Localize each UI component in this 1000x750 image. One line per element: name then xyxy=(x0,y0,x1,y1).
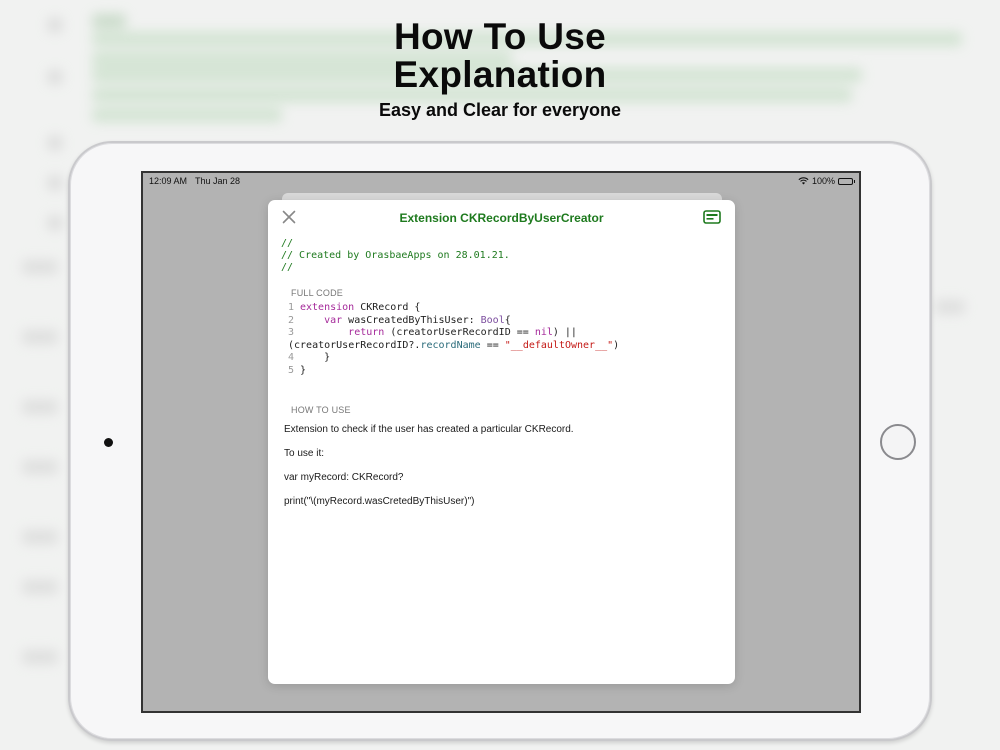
home-button[interactable] xyxy=(880,424,916,460)
how-to-use-text: Extension to check if the user has creat… xyxy=(268,424,735,508)
comment-line: // Created by OrasbaeApps on 28.01.21. xyxy=(281,250,510,261)
code-type: Bool xyxy=(480,314,505,326)
code-text: wasCreatedByThisUser: xyxy=(342,314,481,326)
how-to-use-line: Extension to check if the user has creat… xyxy=(284,424,574,435)
camera-dot xyxy=(104,438,113,447)
headline-line-1: How To Use xyxy=(394,16,606,57)
modal-title: Extension CKRecordByUserCreator xyxy=(399,211,604,225)
modal-header: Extension CKRecordByUserCreator xyxy=(268,200,735,236)
code-comment: //// Created by OrasbaeApps on 28.01.21.… xyxy=(268,238,735,274)
code-text: ) xyxy=(613,339,620,351)
close-icon[interactable] xyxy=(282,210,296,224)
code-text: (creatorUserRecordID?. xyxy=(288,339,421,351)
code-line: 5} xyxy=(288,365,735,378)
code-text: (creatorUserRecordID == xyxy=(384,327,535,338)
code-text: } xyxy=(300,364,307,376)
ipad-screen: 12:09 AM Thu Jan 28 100% Extension CKRec… xyxy=(141,171,861,713)
wifi-icon xyxy=(798,177,809,185)
line-number: 3 xyxy=(288,327,295,338)
how-to-use-line: print("\(myRecord.wasCretedByThisUser)") xyxy=(284,496,475,507)
line-number: 2 xyxy=(288,314,295,326)
status-time: 12:09 AM xyxy=(149,176,188,186)
line-number: 1 xyxy=(288,302,295,313)
code-line: 4 } xyxy=(288,352,735,365)
how-to-use-line: To use it: xyxy=(284,448,325,459)
code-line: (creatorUserRecordID?. recordName == "__d… xyxy=(288,340,735,353)
code-text: ) || xyxy=(552,327,577,338)
status-date: Thu Jan 28 xyxy=(195,176,241,186)
line-number: 5 xyxy=(288,364,295,376)
code-keyword: return xyxy=(348,327,385,338)
promo-subtitle: Easy and Clear for everyone xyxy=(378,100,622,120)
code-text: { xyxy=(504,314,511,326)
code-string: "__defaultOwner__" xyxy=(504,339,614,351)
code-line: 3 return (creatorUserRecordID == nil) || xyxy=(288,327,735,340)
promo-headline: How To Use Explanation Easy and Clear fo… xyxy=(0,18,1000,121)
how-to-use-line: var myRecord: CKRecord? xyxy=(284,472,404,483)
code-keyword: nil xyxy=(534,327,553,338)
code-keyword: var xyxy=(324,314,343,326)
ipad-frame: 12:09 AM Thu Jan 28 100% Extension CKRec… xyxy=(68,141,932,741)
battery-icon xyxy=(838,177,855,185)
how-to-use-label: HOW TO USE xyxy=(291,405,351,415)
card-icon[interactable] xyxy=(703,210,721,224)
line-number: 4 xyxy=(288,352,295,363)
code-property: recordName xyxy=(420,339,481,351)
code-line: 1 extension CKRecord { xyxy=(288,302,735,315)
code-line: 2 var wasCreatedByThisUser: Bool{ xyxy=(288,315,735,328)
comment-line: // xyxy=(281,238,294,249)
explanation-modal: Extension CKRecordByUserCreator //// Cre… xyxy=(268,200,735,684)
battery-percent: 100% xyxy=(811,176,835,186)
code-text: } xyxy=(324,352,331,363)
full-code-label: FULL CODE xyxy=(291,288,343,298)
code-keyword: extension xyxy=(300,302,355,313)
code-text: CKRecord { xyxy=(354,302,421,313)
headline-line-2: Explanation xyxy=(393,54,607,95)
code-text: == xyxy=(480,339,505,351)
status-bar: 12:09 AM Thu Jan 28 100% xyxy=(143,173,859,189)
comment-line: // xyxy=(281,262,294,273)
code-block: 1 extension CKRecord { 2 var wasCreatedBy… xyxy=(268,302,735,377)
